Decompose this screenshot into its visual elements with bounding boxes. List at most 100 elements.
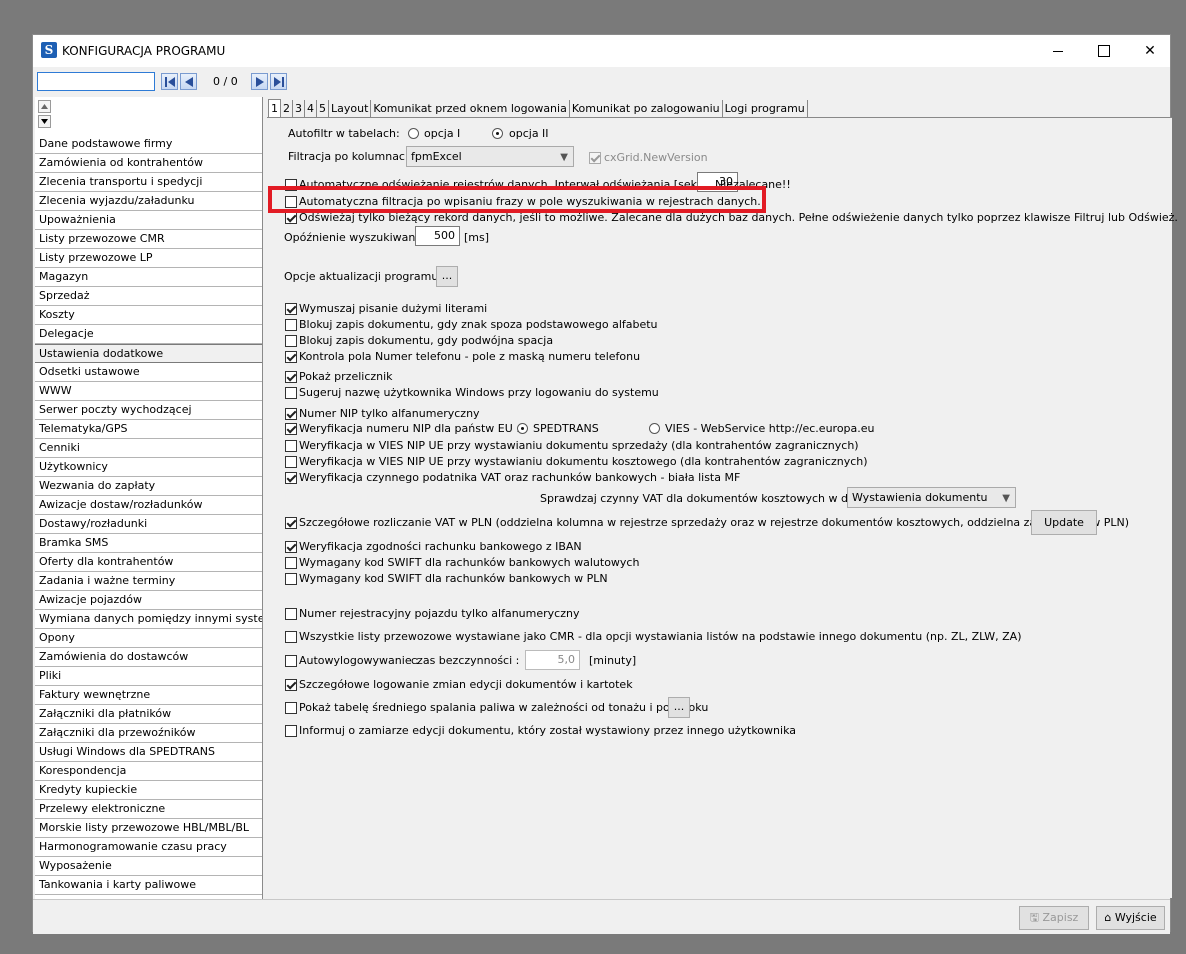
category-item[interactable]: Morskie listy przewozowe HBL/MBL/BL [35, 819, 262, 838]
phone-mask-checkbox[interactable] [285, 351, 297, 363]
category-item[interactable]: Telematyka/GPS [35, 420, 262, 439]
tab-1[interactable]: 2 [281, 100, 293, 117]
cxgrid-checkbox[interactable] [589, 152, 601, 164]
detailed-log-checkbox[interactable] [285, 679, 297, 691]
vat-check-select[interactable]: Wystawienia dokumentu ▼ [847, 487, 1016, 508]
refresh-current-checkbox[interactable] [285, 212, 297, 224]
arrow-down-icon [41, 119, 48, 124]
category-item[interactable]: Magazyn [35, 268, 262, 287]
delay-label: Opóźnienie wyszukiwania [284, 231, 426, 244]
close-button[interactable]: ✕ [1127, 35, 1173, 67]
category-item[interactable]: Delegacje [35, 325, 262, 344]
category-item[interactable]: Kredyty kupieckie [35, 781, 262, 800]
category-item[interactable]: Ustawienia dodatkowe [35, 344, 262, 363]
block-alphabet-label: Blokuj zapis dokumentu, gdy znak spoza p… [299, 318, 658, 331]
category-item[interactable]: Użytkownicy [35, 458, 262, 477]
save-button[interactable]: 🖫 Zapisz [1019, 906, 1089, 930]
tab-7[interactable]: Komunikat po zalogowaniu [570, 100, 723, 117]
uppercase-checkbox[interactable] [285, 303, 297, 315]
vat-pln-checkbox[interactable] [285, 517, 297, 529]
tab-0[interactable]: 1 [268, 99, 281, 117]
reg-alnum-checkbox[interactable] [285, 608, 297, 620]
cmr-all-checkbox[interactable] [285, 631, 297, 643]
category-item[interactable]: Odsetki ustawowe [35, 363, 262, 382]
update-button[interactable]: Update [1031, 510, 1097, 535]
category-item[interactable]: Przelewy elektroniczne [35, 800, 262, 819]
first-record-button[interactable] [161, 73, 178, 90]
vies-cost-checkbox[interactable] [285, 456, 297, 468]
category-item[interactable]: Faktury wewnętrzne [35, 686, 262, 705]
maximize-button[interactable] [1081, 35, 1127, 67]
category-item[interactable]: Harmonogramowanie czasu pracy [35, 838, 262, 857]
fuel-table-checkbox[interactable] [285, 702, 297, 714]
category-item[interactable]: Tankowania i karty paliwowe [35, 876, 262, 895]
swift-pln-checkbox[interactable] [285, 573, 297, 585]
block-alphabet-checkbox[interactable] [285, 319, 297, 331]
tab-3[interactable]: 4 [305, 100, 317, 117]
category-item[interactable]: Listy przewozowe CMR [35, 230, 262, 249]
spedtrans-radio[interactable] [517, 423, 528, 434]
category-item[interactable]: Pliki [35, 667, 262, 686]
category-item[interactable]: Bramka SMS [35, 534, 262, 553]
last-record-button[interactable] [270, 73, 287, 90]
opcja1-radio[interactable] [408, 128, 419, 139]
prev-record-button[interactable] [180, 73, 197, 90]
autologout-checkbox[interactable] [285, 655, 297, 667]
iban-label: Weryfikacja zgodności rachunku bankowego… [299, 540, 582, 553]
tab-2[interactable]: 3 [293, 100, 305, 117]
category-item[interactable]: Cenniki [35, 439, 262, 458]
minimize-button[interactable] [1035, 35, 1081, 67]
category-item[interactable]: Usługi Windows dla SPEDTRANS [35, 743, 262, 762]
category-item[interactable]: Opony [35, 629, 262, 648]
category-item[interactable]: Załączniki dla płatników [35, 705, 262, 724]
nip-alnum-checkbox[interactable] [285, 408, 297, 420]
category-item[interactable]: Upoważnienia [35, 211, 262, 230]
tab-6[interactable]: Komunikat przed oknem logowania [371, 100, 570, 117]
tab-5[interactable]: Layout [329, 100, 372, 117]
category-item[interactable]: Korespondencja [35, 762, 262, 781]
swift-foreign-checkbox[interactable] [285, 557, 297, 569]
category-item[interactable]: WWW [35, 382, 262, 401]
category-item[interactable]: Wezwania do zapłaty [35, 477, 262, 496]
idle-input[interactable]: 5,0 [525, 650, 580, 670]
block-double-space-checkbox[interactable] [285, 335, 297, 347]
nip-eu-checkbox[interactable] [285, 423, 297, 435]
scroll-down-button[interactable] [38, 115, 51, 128]
exit-button[interactable]: ⌂ Wyjście [1096, 906, 1165, 930]
category-item[interactable]: Zamówienia do dostawców [35, 648, 262, 667]
search-input[interactable] [37, 72, 155, 91]
windows-user-checkbox[interactable] [285, 387, 297, 399]
category-item[interactable]: Listy przewozowe LP [35, 249, 262, 268]
category-item[interactable]: Zlecenia transportu i spedycji [35, 173, 262, 192]
save-label: Zapisz [1042, 911, 1079, 924]
scroll-up-button[interactable] [38, 100, 51, 113]
category-item[interactable]: Dostawy/rozładunki [35, 515, 262, 534]
vat-whitelist-checkbox[interactable] [285, 472, 297, 484]
category-item[interactable]: Dane podstawowe firmy [35, 135, 262, 154]
category-item[interactable]: Oferty dla kontrahentów [35, 553, 262, 572]
category-item[interactable]: Awizacje dostaw/rozładunków [35, 496, 262, 515]
category-item[interactable]: Awizacje pojazdów [35, 591, 262, 610]
category-item[interactable]: Zlecenia wyjazdu/załadunku [35, 192, 262, 211]
category-item[interactable]: Serwer poczty wychodzącej [35, 401, 262, 420]
vies-sales-checkbox[interactable] [285, 440, 297, 452]
category-item[interactable]: Zadania i ważne terminy [35, 572, 262, 591]
update-options-button[interactable]: ... [436, 266, 458, 287]
category-item[interactable]: Zamówienia od kontrahentów [35, 154, 262, 173]
category-item[interactable]: Załączniki dla przewoźników [35, 724, 262, 743]
next-record-button[interactable] [251, 73, 268, 90]
filtracja-select[interactable]: fpmExcel ▼ [406, 146, 574, 167]
category-item[interactable]: Wyposażenie [35, 857, 262, 876]
opcja2-radio[interactable] [492, 128, 503, 139]
delay-input[interactable]: 500 [415, 226, 460, 246]
category-item[interactable]: Wymiana danych pomiędzy innymi systemami [35, 610, 262, 629]
category-item[interactable]: Sprzedaż [35, 287, 262, 306]
calculator-checkbox[interactable] [285, 371, 297, 383]
tab-8[interactable]: Logi programu [723, 100, 808, 117]
tab-4[interactable]: 5 [317, 100, 329, 117]
category-item[interactable]: Koszty [35, 306, 262, 325]
vies-ws-radio[interactable] [649, 423, 660, 434]
fuel-table-button[interactable]: ... [668, 697, 690, 718]
iban-checkbox[interactable] [285, 541, 297, 553]
inform-edit-checkbox[interactable] [285, 725, 297, 737]
